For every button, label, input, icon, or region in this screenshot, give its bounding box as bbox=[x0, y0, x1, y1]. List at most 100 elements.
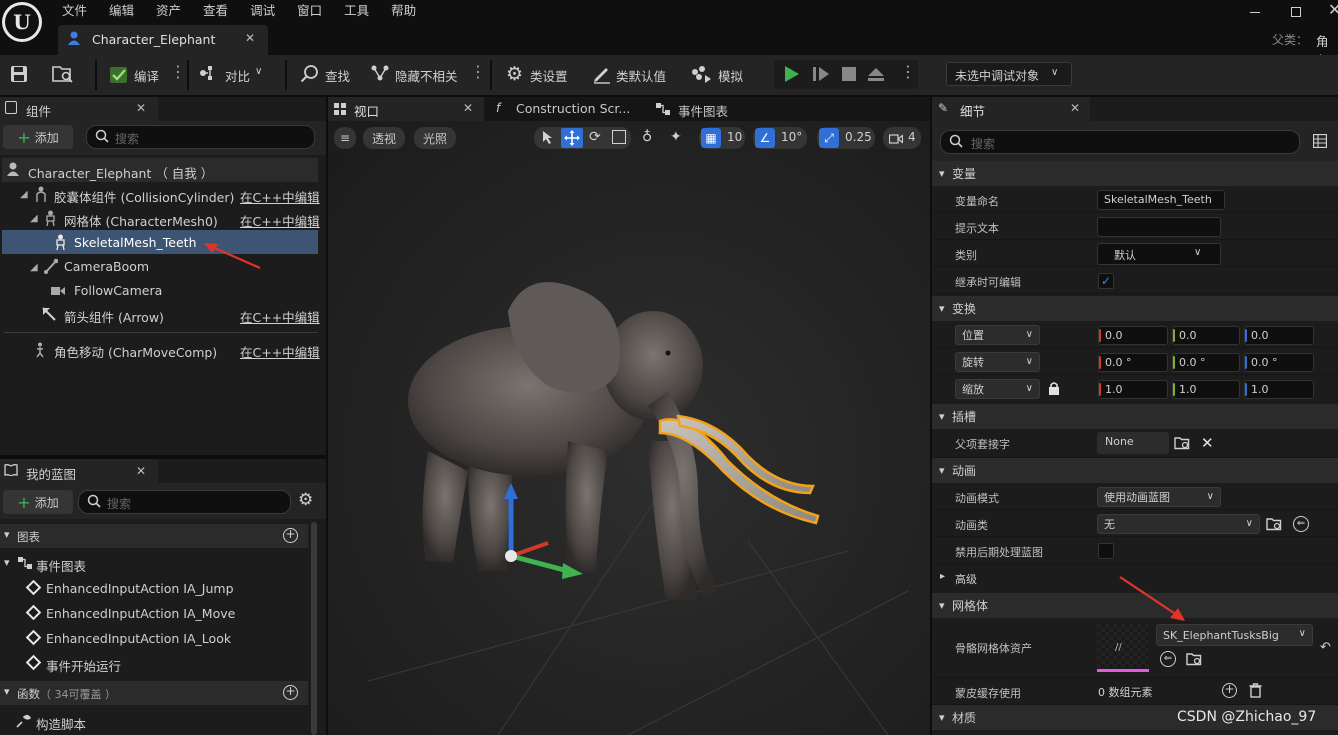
components-tab[interactable]: 组件 ✕ bbox=[0, 97, 158, 121]
close-tab-icon[interactable]: ✕ bbox=[463, 101, 473, 115]
play-options-icon[interactable]: ⋮ bbox=[900, 62, 916, 81]
close-tab-icon[interactable]: ✕ bbox=[245, 31, 255, 45]
tree-item-label[interactable]: 网格体 (CharacterMesh0) bbox=[64, 211, 218, 230]
add-component-button[interactable]: + 添加 bbox=[3, 125, 73, 149]
gear-icon[interactable]: ⚙ bbox=[506, 63, 523, 85]
use-selected-icon[interactable]: ⇐ bbox=[1160, 651, 1176, 667]
tree-item-label[interactable]: 胶囊体组件 (CollisionCylinder) bbox=[54, 187, 234, 206]
section-animation[interactable]: 动画 bbox=[932, 458, 1338, 483]
edit-in-cpp-link[interactable]: 在C++中编辑 bbox=[240, 211, 320, 230]
category-select[interactable]: 默认 ∨ bbox=[1097, 243, 1221, 265]
add-circle-icon[interactable]: + bbox=[1222, 683, 1237, 698]
event-item[interactable]: EnhancedInputAction IA_Jump bbox=[46, 581, 234, 596]
table-view-icon[interactable] bbox=[1312, 133, 1328, 151]
unreal-logo[interactable]: U bbox=[2, 2, 42, 42]
tab-event-graph[interactable]: 事件图表 bbox=[652, 97, 772, 121]
reset-to-default-icon[interactable]: ↶ bbox=[1320, 640, 1331, 655]
scale-mode-select[interactable]: 缩放 ∨ bbox=[955, 379, 1040, 399]
edit-in-cpp-link[interactable]: 在C++中编辑 bbox=[240, 342, 320, 361]
location-y-input[interactable]: 0.0 bbox=[1172, 326, 1240, 345]
rotation-snap-group[interactable]: ∠ 10° bbox=[753, 127, 807, 149]
scale-snap-group[interactable]: ⤢ 0.25 bbox=[817, 127, 875, 149]
expand-arrow-icon[interactable]: ◢ bbox=[20, 189, 28, 200]
tree-item-label[interactable]: FollowCamera bbox=[74, 283, 162, 298]
surface-snap-icon[interactable]: ✦ bbox=[670, 129, 682, 145]
rotation-mode-select[interactable]: 旋转 ∨ bbox=[955, 352, 1040, 372]
tree-item-label[interactable]: 角色移动 (CharMoveComp) bbox=[54, 342, 217, 361]
menu-window[interactable]: 窗口 bbox=[297, 0, 322, 18]
event-graph-item[interactable]: 事件图表 bbox=[36, 556, 86, 575]
chevron-down-icon[interactable]: ∨ bbox=[255, 66, 262, 77]
grid-snap-group[interactable]: ▦ 10 bbox=[699, 127, 745, 149]
class-settings-button[interactable]: 类设置 bbox=[530, 66, 568, 85]
anim-class-select[interactable]: 无 ∨ bbox=[1097, 514, 1260, 534]
diff-icon[interactable] bbox=[199, 65, 219, 84]
class-defaults-icon[interactable] bbox=[592, 64, 612, 87]
menu-view[interactable]: 查看 bbox=[203, 0, 228, 18]
event-item[interactable]: EnhancedInputAction IA_Move bbox=[46, 606, 235, 621]
menu-file[interactable]: 文件 bbox=[62, 0, 87, 18]
browse-socket-icon[interactable] bbox=[1174, 436, 1191, 453]
tree-item-label[interactable]: 箭头组件 (Arrow) bbox=[64, 307, 164, 326]
location-x-input[interactable]: 0.0 bbox=[1098, 326, 1168, 345]
select-cursor-icon[interactable] bbox=[542, 130, 554, 147]
close-tab-icon[interactable]: ✕ bbox=[136, 464, 146, 478]
mesh-thumbnail[interactable]: // bbox=[1097, 624, 1149, 672]
browse-icon[interactable] bbox=[52, 64, 74, 87]
add-circle-icon[interactable]: + bbox=[283, 685, 298, 700]
simulate-button[interactable]: 模拟 bbox=[718, 66, 743, 85]
diff-button[interactable]: 对比 bbox=[225, 66, 250, 85]
close-tab-icon[interactable]: ✕ bbox=[136, 101, 146, 115]
trash-icon[interactable] bbox=[1249, 683, 1262, 701]
step-icon[interactable] bbox=[812, 66, 830, 85]
compile-options-icon[interactable]: ⋮ bbox=[170, 62, 186, 81]
menu-edit[interactable]: 编辑 bbox=[109, 0, 134, 18]
world-local-icon[interactable]: ♁ bbox=[642, 129, 652, 145]
rotation-x-input[interactable]: 0.0 ° bbox=[1098, 353, 1168, 372]
camera-speed-group[interactable]: 4 bbox=[883, 127, 921, 149]
lock-icon[interactable] bbox=[1048, 381, 1060, 398]
functions-section-header[interactable]: ▾ 函数 （ 34可覆盖 ） + bbox=[0, 681, 308, 705]
perspective-button[interactable]: 透视 bbox=[363, 127, 405, 149]
components-search-input[interactable]: 搜索 bbox=[86, 125, 315, 149]
blueprint-search-input[interactable]: 搜索 bbox=[78, 490, 291, 514]
expand-arrow-icon[interactable]: ◢ bbox=[30, 262, 38, 273]
graphs-section-header[interactable]: ▾ 图表 + bbox=[0, 524, 308, 548]
scale-z-input[interactable]: 1.0 bbox=[1244, 380, 1314, 399]
parent-socket-field[interactable]: None bbox=[1097, 432, 1169, 454]
gear-icon[interactable]: ⚙ bbox=[298, 490, 313, 510]
move-tool-icon[interactable] bbox=[561, 128, 583, 148]
more-options-icon[interactable]: ⋮ bbox=[470, 62, 486, 81]
var-name-input[interactable]: SkeletalMesh_Teeth bbox=[1097, 190, 1225, 210]
rotate-tool-icon[interactable]: ⟳ bbox=[589, 129, 601, 145]
find-button[interactable]: 查找 bbox=[325, 66, 350, 85]
browse-asset-icon[interactable] bbox=[1266, 517, 1283, 534]
use-selected-icon[interactable]: ⇐ bbox=[1293, 516, 1309, 532]
editable-checkbox[interactable]: ✓ bbox=[1098, 273, 1114, 289]
play-icon[interactable] bbox=[783, 64, 801, 87]
skeletal-mesh-select[interactable]: SK_ElephantTusksBig ∨ bbox=[1156, 624, 1313, 646]
eject-icon[interactable] bbox=[866, 66, 886, 85]
hide-unrelated-icon[interactable] bbox=[370, 64, 390, 87]
edit-in-cpp-link[interactable]: 在C++中编辑 bbox=[240, 187, 320, 206]
disable-post-checkbox[interactable] bbox=[1098, 543, 1114, 559]
add-blueprint-item-button[interactable]: + 添加 bbox=[3, 490, 73, 514]
tab-viewport[interactable]: 视口 ✕ bbox=[328, 97, 484, 121]
my-blueprint-tab[interactable]: 我的蓝图 ✕ bbox=[0, 459, 158, 483]
add-circle-icon[interactable]: + bbox=[283, 528, 298, 543]
location-mode-select[interactable]: 位置 ∨ bbox=[955, 325, 1040, 345]
debug-target-select[interactable]: 未选中调试对象 ∨ bbox=[946, 62, 1072, 86]
tree-item-label[interactable]: CameraBoom bbox=[64, 259, 149, 274]
scale-tool-icon[interactable] bbox=[612, 130, 626, 144]
stop-icon[interactable] bbox=[842, 67, 856, 81]
close-tab-icon[interactable]: ✕ bbox=[1070, 101, 1080, 115]
minimize-icon[interactable] bbox=[1250, 12, 1260, 13]
close-window-icon[interactable]: ✕ bbox=[1328, 0, 1338, 19]
event-item[interactable]: 事件开始运行 bbox=[46, 656, 121, 675]
lighting-button[interactable]: 光照 bbox=[414, 127, 456, 149]
details-tab[interactable]: ✎ 细节 ✕ bbox=[932, 97, 1090, 121]
hide-unrelated-button[interactable]: 隐藏不相关 bbox=[395, 66, 458, 85]
location-z-input[interactable]: 0.0 bbox=[1244, 326, 1314, 345]
save-icon[interactable] bbox=[10, 65, 28, 86]
expand-arrow-icon[interactable]: ◢ bbox=[30, 213, 38, 224]
